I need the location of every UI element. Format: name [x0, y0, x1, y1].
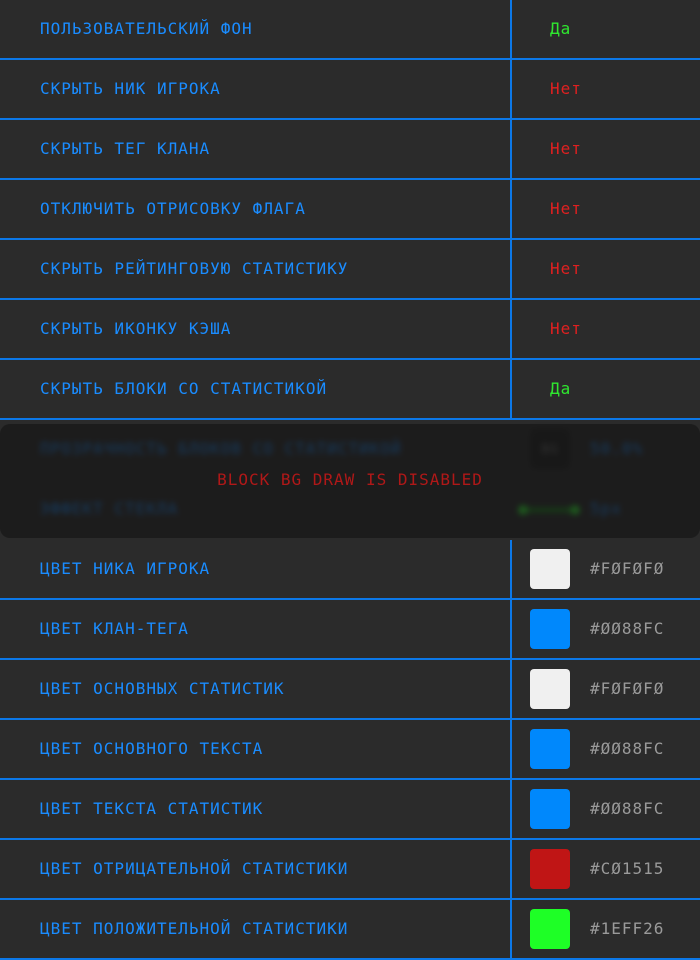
column-divider [510, 840, 512, 900]
color-row-negative-stats[interactable]: Цвет отрицательной статистики #CØ1515 [0, 840, 700, 900]
setting-hide-rating-stats[interactable]: Скрыть рейтинговую статистику Нет [0, 240, 700, 300]
color-swatch[interactable] [530, 669, 570, 709]
hex-value[interactable]: #ØØ88FC [590, 600, 664, 658]
hex-value[interactable]: #FØFØFØ [590, 540, 664, 598]
column-divider [510, 0, 512, 60]
setting-label: Цвет основного текста [40, 739, 264, 758]
toggle-value[interactable]: Нет [550, 300, 582, 358]
setting-label: Отключить отрисовку флага [40, 199, 306, 218]
color-swatch[interactable] [530, 789, 570, 829]
column-divider [510, 120, 512, 180]
toggle-value[interactable]: Нет [550, 120, 582, 178]
color-row-main-text[interactable]: Цвет основного текста #ØØ88FC [0, 720, 700, 780]
hex-value[interactable]: #FØFØFØ [590, 660, 664, 718]
hex-value[interactable]: #CØ1515 [590, 840, 664, 898]
color-row-positive-stats[interactable]: Цвет положительной статистики #1EFF26 [0, 900, 700, 960]
setting-hide-cache-icon[interactable]: Скрыть иконку кэша Нет [0, 300, 700, 360]
color-row-stats-text[interactable]: Цвет текста статистик #ØØ88FC [0, 780, 700, 840]
hex-value[interactable]: #1EFF26 [590, 900, 664, 958]
column-divider [510, 600, 512, 660]
column-divider [510, 900, 512, 960]
column-divider [510, 540, 512, 600]
setting-label: Скрыть иконку кэша [40, 319, 232, 338]
column-divider [510, 60, 512, 120]
disabled-block: ПРОЗРАЧНОСТЬ БЛОКОВ СО СТАТИСТИКОЙ BG 50… [0, 420, 700, 540]
color-swatch[interactable] [530, 729, 570, 769]
toggle-value[interactable]: Нет [550, 240, 582, 298]
setting-label: Цвет текста статистик [40, 799, 264, 818]
setting-label: Пользовательский фон [40, 19, 253, 38]
setting-hide-player-nick[interactable]: Скрыть ник игрока Нет [0, 60, 700, 120]
setting-label: Цвет ника игрока [40, 559, 211, 578]
column-divider [510, 180, 512, 240]
setting-label: Скрыть блоки со статистикой [40, 379, 328, 398]
setting-label: Цвет клан-тега [40, 619, 189, 638]
setting-label: Цвет основных статистик [40, 679, 285, 698]
color-swatch[interactable] [530, 609, 570, 649]
setting-custom-background[interactable]: Пользовательский фон Да [0, 0, 700, 60]
column-divider [510, 780, 512, 840]
color-row-clan-tag[interactable]: Цвет клан-тега #ØØ88FC [0, 600, 700, 660]
column-divider [510, 720, 512, 780]
setting-disable-flag[interactable]: Отключить отрисовку флага Нет [0, 180, 700, 240]
column-divider [510, 360, 512, 420]
color-row-main-stats[interactable]: Цвет основных статистик #FØFØFØ [0, 660, 700, 720]
color-swatch[interactable] [530, 849, 570, 889]
color-row-player-nick[interactable]: Цвет ника игрока #FØFØFØ [0, 540, 700, 600]
hex-value[interactable]: #ØØ88FC [590, 780, 664, 838]
setting-label: Скрыть ник игрока [40, 79, 221, 98]
setting-label: Скрыть рейтинговую статистику [40, 259, 349, 278]
toggle-value[interactable]: Да [550, 0, 571, 58]
column-divider [510, 300, 512, 360]
setting-label: Скрыть тег клана [40, 139, 211, 158]
setting-label: Цвет отрицательной статистики [40, 859, 349, 878]
setting-hide-clan-tag[interactable]: Скрыть тег клана Нет [0, 120, 700, 180]
setting-label: Цвет положительной статистики [40, 919, 349, 938]
color-swatch[interactable] [530, 909, 570, 949]
hex-value[interactable]: #ØØ88FC [590, 720, 664, 778]
toggle-value[interactable]: Нет [550, 180, 582, 238]
disabled-message: BLOCK BG DRAW IS DISABLED [217, 470, 483, 489]
color-swatch[interactable] [530, 549, 570, 589]
setting-hide-stat-blocks[interactable]: Скрыть блоки со статистикой Да [0, 360, 700, 420]
toggle-value[interactable]: Да [550, 360, 571, 418]
column-divider [510, 660, 512, 720]
column-divider [510, 240, 512, 300]
toggle-value[interactable]: Нет [550, 60, 582, 118]
